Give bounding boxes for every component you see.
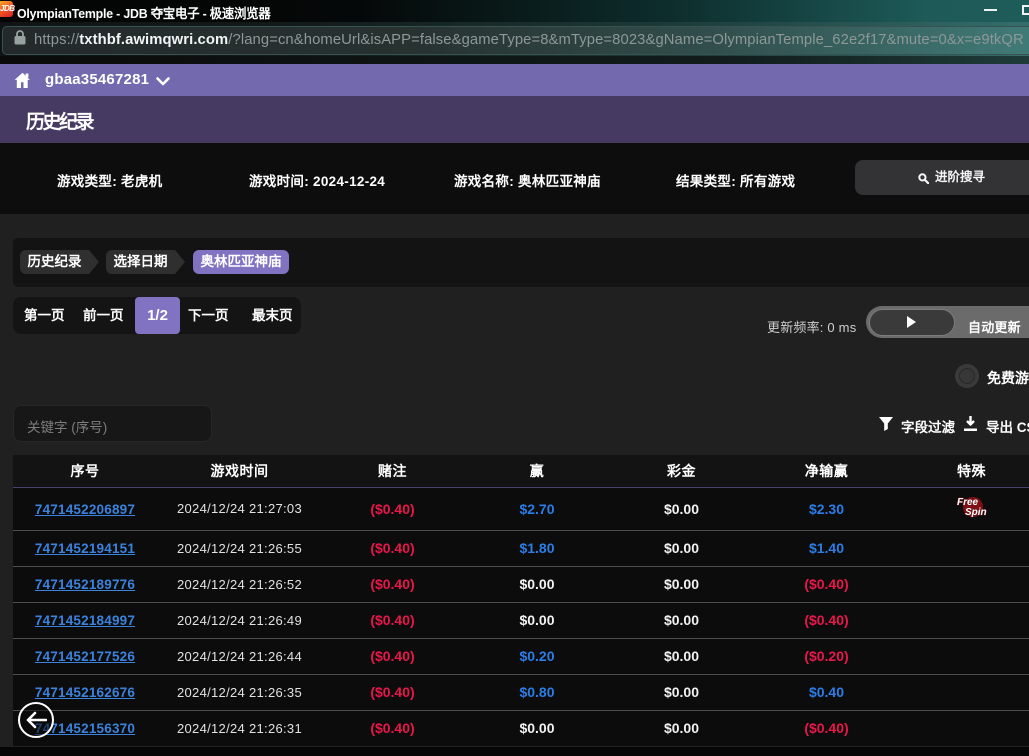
svg-text:Spin: Spin	[965, 507, 987, 518]
